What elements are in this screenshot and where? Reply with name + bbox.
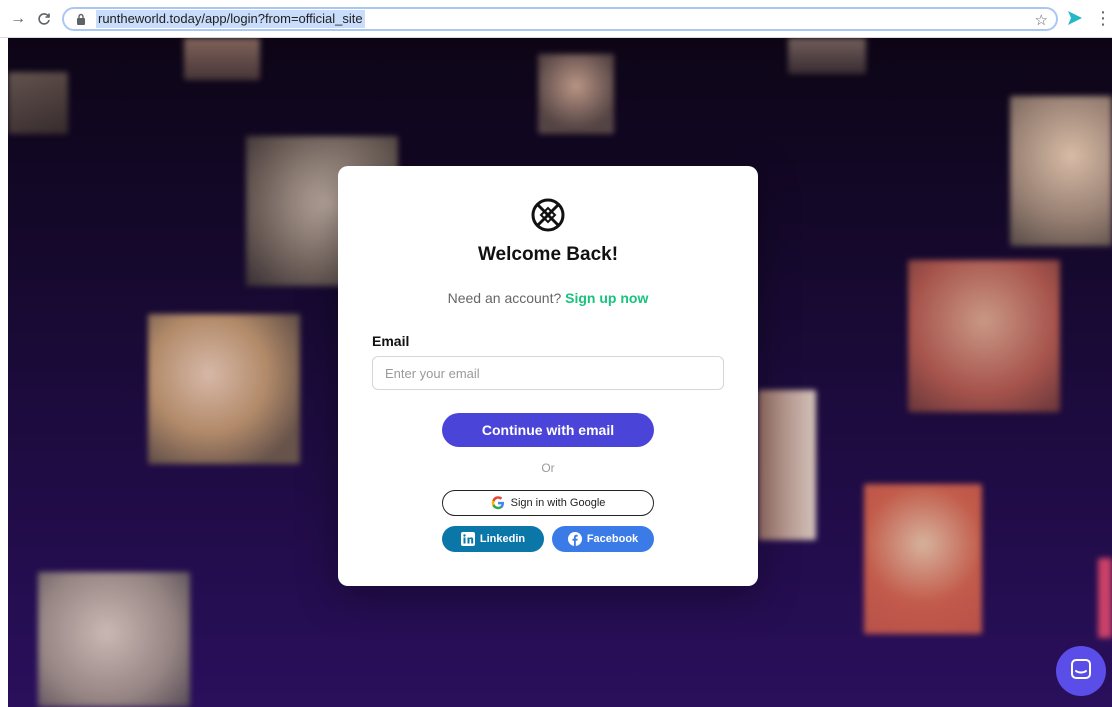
browser-toolbar: → runtheworld.today/app/login?from=offic… (0, 0, 1112, 38)
signup-prompt-text: Need an account? (447, 290, 562, 306)
runtheworld-logo-icon (529, 196, 567, 234)
blurred-photo (1010, 96, 1112, 246)
chat-icon (1069, 657, 1093, 686)
page-title: Welcome Back! (477, 244, 619, 265)
bookmark-star-icon[interactable]: ☆ (1035, 11, 1048, 29)
blurred-photo (184, 38, 260, 80)
blurred-photo (38, 572, 190, 707)
url-text[interactable]: runtheworld.today/app/login?from=officia… (96, 10, 365, 28)
blurred-photo (908, 260, 1060, 412)
forward-arrow-icon[interactable]: → (8, 9, 28, 29)
facebook-icon (567, 532, 582, 546)
google-sign-in-button[interactable]: Sign in with Google (442, 490, 654, 516)
linkedin-icon (460, 532, 475, 546)
blurred-photo (538, 54, 614, 134)
linkedin-button-label: Linkedin (479, 533, 526, 545)
lock-icon (74, 12, 88, 26)
facebook-button-label: Facebook (586, 533, 639, 545)
blurred-photo (148, 314, 300, 464)
signup-prompt: Need an account? Sign up now (338, 290, 758, 306)
blurred-photo (1098, 558, 1112, 638)
signup-link[interactable]: Sign up now (565, 290, 648, 306)
blurred-photo (788, 38, 866, 74)
linkedin-sign-in-button[interactable]: Linkedin (442, 526, 544, 552)
google-button-label: Sign in with Google (510, 497, 606, 509)
chat-launcher-button[interactable] (1056, 646, 1106, 696)
facebook-sign-in-button[interactable]: Facebook (552, 526, 654, 552)
reload-icon[interactable] (34, 9, 54, 29)
or-divider: Or (541, 461, 555, 475)
more-menu-icon[interactable]: ⋮ (1094, 8, 1112, 28)
blurred-photo (864, 484, 982, 634)
blurred-photo (758, 390, 816, 540)
email-field[interactable] (372, 356, 724, 390)
login-card: Welcome Back! Need an account? Sign up n… (338, 166, 758, 586)
address-bar[interactable]: runtheworld.today/app/login?from=officia… (62, 7, 1058, 31)
page-edge (0, 38, 8, 707)
continue-with-email-button[interactable]: Continue with email (442, 413, 654, 447)
email-label: Email (372, 333, 410, 349)
google-icon (491, 496, 505, 510)
extension-send-icon[interactable] (1066, 9, 1084, 27)
blurred-photo (8, 72, 68, 134)
